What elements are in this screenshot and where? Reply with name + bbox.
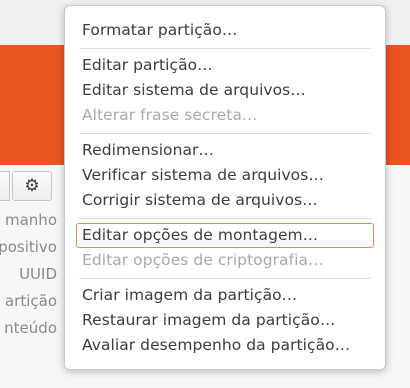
settings-button[interactable]: ⚙	[12, 171, 52, 201]
menu-separator	[79, 218, 371, 219]
label-size: manho	[5, 211, 57, 229]
label-device: positivo	[0, 238, 57, 256]
menu-separator	[79, 278, 371, 279]
menu-item-edit-mount-options[interactable]: Editar opções de montagem…	[65, 223, 385, 248]
partition-context-menu: Formatar partição… Editar partição… Edit…	[64, 5, 386, 370]
menu-item-label: Alterar frase secreta…	[82, 106, 258, 124]
menu-item-edit-encryption-options: Editar opções de criptografia…	[65, 248, 385, 273]
menu-item-label: Formatar partição…	[82, 21, 238, 39]
menu-item-label: Editar opções de criptografia…	[82, 251, 324, 269]
details-labels: manho positivo UUID artição nteúdo	[0, 207, 57, 342]
menu-item-label: Verificar sistema de arquivos…	[82, 166, 324, 184]
menu-item-label: Criar imagem da partição…	[82, 286, 298, 304]
menu-item-create-image[interactable]: Criar imagem da partição…	[65, 283, 385, 308]
menu-item-resize[interactable]: Redimensionar…	[65, 138, 385, 163]
gear-icon: ⚙	[24, 176, 40, 196]
menu-item-change-passphrase: Alterar frase secreta…	[65, 103, 385, 128]
menu-item-label: Redimensionar…	[82, 141, 214, 159]
menu-item-restore-image[interactable]: Restaurar imagem da partição…	[65, 308, 385, 333]
menu-item-label: Editar sistema de arquivos…	[82, 81, 306, 99]
menu-separator	[79, 48, 371, 49]
menu-item-label: Avaliar desempenho da partição…	[82, 336, 351, 354]
label-uuid: UUID	[19, 265, 57, 283]
toolbar-button-partial[interactable]	[0, 171, 10, 201]
label-partition: artição	[4, 292, 57, 310]
menu-item-repair-filesystem[interactable]: Corrigir sistema de arquivos…	[65, 188, 385, 213]
menu-item-format-partition[interactable]: Formatar partição…	[65, 18, 385, 43]
app-window: ⚙ manho positivo UUID artição nteúdo For…	[0, 0, 410, 388]
menu-item-edit-partition[interactable]: Editar partição…	[65, 53, 385, 78]
menu-item-label: Editar opções de montagem…	[82, 226, 319, 244]
menu-item-edit-filesystem[interactable]: Editar sistema de arquivos…	[65, 78, 385, 103]
menu-item-check-filesystem[interactable]: Verificar sistema de arquivos…	[65, 163, 385, 188]
menu-item-label: Restaurar imagem da partição…	[82, 311, 336, 329]
menu-item-label: Corrigir sistema de arquivos…	[82, 191, 318, 209]
label-content: nteúdo	[4, 319, 57, 337]
menu-item-benchmark[interactable]: Avaliar desempenho da partição…	[65, 333, 385, 358]
menu-separator	[79, 133, 371, 134]
menu-item-label: Editar partição…	[82, 56, 213, 74]
